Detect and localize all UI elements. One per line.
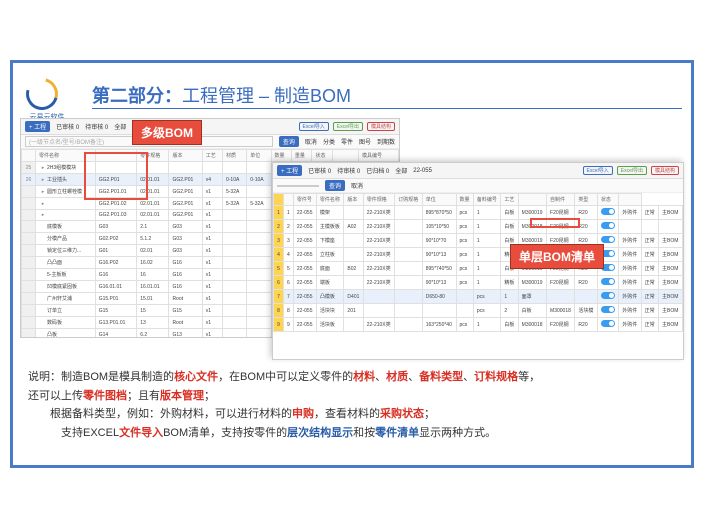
table-row[interactable]: 5522-055底面B0222-210X类895*740*50pcs1白板M30… <box>274 262 683 276</box>
toolbar-primary: + 工程 已审核 0 待审核 0 全部 M12569 Excel导入 Excel… <box>21 119 399 135</box>
screenshot-single-bom: + 工程 已审核 0 待审核 0 已归档 0 全部 22-055 Excel导入… <box>272 162 684 360</box>
table-row[interactable]: 4422-055立柱板22-210X类90*10*13pcs1精板M300019… <box>274 248 683 262</box>
description-text: 说明：制造BOM是模具制造的核心文件，在BOM中可以定义零件的材料、材质、备料类… <box>22 364 682 447</box>
table-row[interactable]: 9922-055活块板22-210X类163*250*40pcs1白板M3000… <box>274 318 683 332</box>
toggle-auto[interactable] <box>601 306 615 313</box>
btn-query[interactable]: 查询 <box>325 180 345 191</box>
table-row[interactable]: 8822-055活块块201pcs2白板M300018活块模外购件正常主BOM <box>274 304 683 318</box>
table-row[interactable]: 2222-055主模板板A0222-210X类105*10*50pcs1白板M3… <box>274 220 683 234</box>
tab-project[interactable]: + 工程 <box>25 121 50 132</box>
toggle-auto[interactable] <box>601 222 615 229</box>
table-row[interactable]: 6622-055端板22-210X类90*10*13pcs1精板M300019F… <box>274 276 683 290</box>
title-underline <box>92 108 682 109</box>
btn-mold-struct[interactable]: 模具结构 <box>367 122 395 131</box>
tab-approved[interactable]: 已审核 0 <box>56 122 79 131</box>
btn-mold-struct[interactable]: 模具结构 <box>651 166 679 175</box>
toggle-auto[interactable] <box>601 278 615 285</box>
highlight-box-tree <box>84 152 148 200</box>
btn-excel-import[interactable]: Excel导入 <box>583 166 613 175</box>
toggle-auto[interactable] <box>601 320 615 327</box>
toolbar-primary-2: + 工程 已审核 0 待审核 0 已归档 0 全部 22-055 Excel导入… <box>273 163 683 179</box>
tab-all[interactable]: 全部 <box>114 122 126 131</box>
table-row[interactable]: 3322-055下模座22-210X类90*10*70pcs1白板M300019… <box>274 234 683 248</box>
btn-cancel[interactable]: 取消 <box>305 137 317 146</box>
btn-query[interactable]: 查询 <box>279 136 299 147</box>
table-row[interactable]: 7722-055凸模板D401D650-80pcs1面罩外购件正常主BOM <box>274 290 683 304</box>
logo: 云易云软件 <box>26 78 68 108</box>
btn-excel-export[interactable]: Excel导出 <box>333 122 363 131</box>
callout-multi-bom: 多级BOM <box>132 120 202 145</box>
search-input[interactable] <box>277 185 319 187</box>
toggle-auto[interactable] <box>601 292 615 299</box>
tab-project[interactable]: + 工程 <box>277 165 302 176</box>
table-row[interactable]: 1122-055模架22-210X类895*870*50pcs1白板M30001… <box>274 206 683 220</box>
callout-single-bom: 单层BOM清单 <box>510 244 604 269</box>
tab-pending[interactable]: 待审核 0 <box>85 122 108 131</box>
highlight-box-list <box>530 218 580 228</box>
toggle-auto[interactable] <box>601 236 615 243</box>
toggle-auto[interactable] <box>601 208 615 215</box>
toolbar-secondary-2: 查询 取消 <box>273 179 683 193</box>
bom-list-table[interactable]: 零件号零件名称版本零件规格订购规格单位数量备料编号工艺自制件类型状态 1122-… <box>273 193 683 332</box>
btn-cancel[interactable]: 取消 <box>351 181 363 190</box>
btn-excel-export[interactable]: Excel导出 <box>617 166 647 175</box>
page-title: 第二部分：工程管理 – 制造BOM <box>92 82 351 108</box>
btn-excel-import[interactable]: Excel导入 <box>299 122 329 131</box>
toolbar-secondary: (一级节点名/型号/BOM备注) 查询 取消 分类 零件 图号 到期数 <box>21 135 399 149</box>
